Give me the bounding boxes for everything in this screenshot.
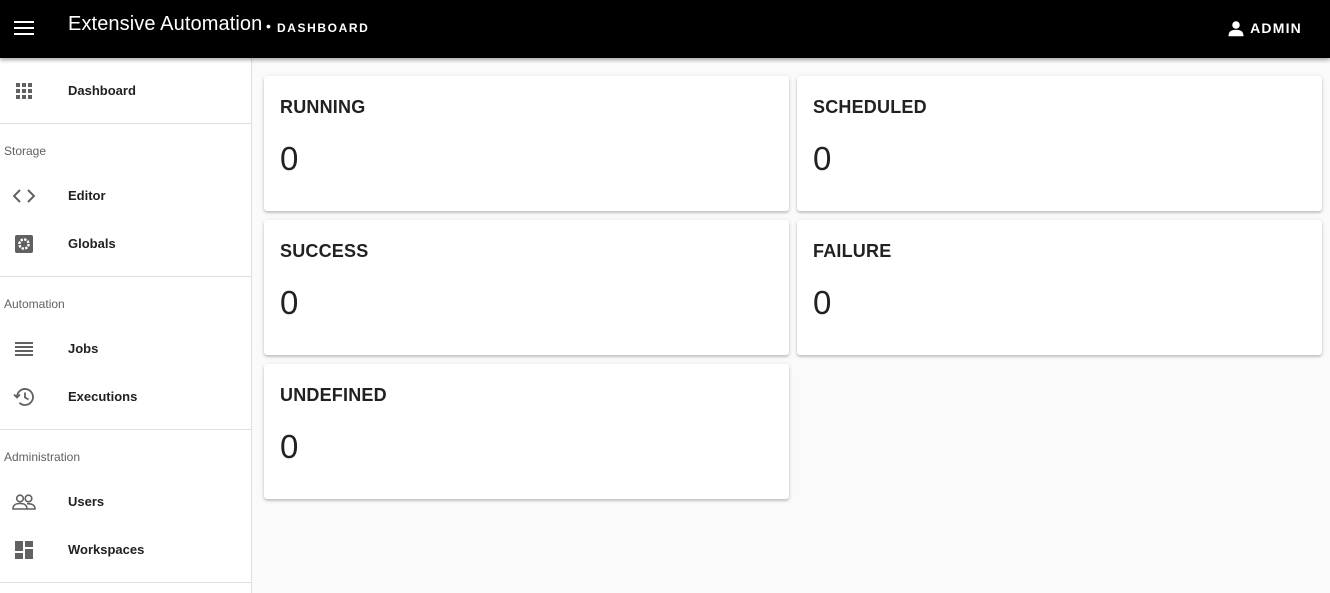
page-title: DASHBOARD <box>277 21 370 35</box>
card-title: SUCCESS <box>280 241 369 261</box>
dashboard-tiles-icon <box>12 538 36 562</box>
card-title: SCHEDULED <box>813 97 927 117</box>
running-card: RUNNING 0 <box>264 76 789 211</box>
card-count: 0 <box>280 140 299 177</box>
section-header-storage: Storage <box>4 144 47 158</box>
account-icon <box>1228 21 1244 37</box>
hamburger-menu-icon <box>14 21 34 35</box>
app-title: Extensive Automation <box>68 13 263 35</box>
card-title: UNDEFINED <box>280 385 387 405</box>
card-title: FAILURE <box>813 241 892 261</box>
sidebar-item-label: Globals <box>68 236 116 251</box>
card-count: 0 <box>280 428 299 465</box>
sidebar-nav: Dashboard Storage Editor Globals Automat… <box>0 58 252 593</box>
section-header-automation: Automation <box>4 297 65 311</box>
failure-card: FAILURE 0 <box>797 220 1322 355</box>
sidebar-divider <box>0 123 251 124</box>
sidebar-item-dashboard[interactable]: Dashboard <box>0 67 251 115</box>
sidebar-item-label: Executions <box>68 389 138 404</box>
card-count: 0 <box>813 284 832 321</box>
settings-box-icon <box>12 232 36 256</box>
list-icon <box>12 337 36 361</box>
title-separator: • <box>266 18 271 34</box>
sidebar-item-executions[interactable]: Executions <box>0 373 251 421</box>
sidebar-item-workspaces[interactable]: Workspaces <box>0 526 251 574</box>
code-icon <box>12 184 36 208</box>
card-title: RUNNING <box>280 97 366 117</box>
sidebar-item-users[interactable]: Users <box>0 478 251 526</box>
sidebar-divider <box>0 429 251 430</box>
success-card: SUCCESS 0 <box>264 220 789 355</box>
user-label: ADMIN <box>1250 20 1302 36</box>
people-icon <box>12 490 36 514</box>
sidebar-item-label: Jobs <box>68 341 99 356</box>
menu-button[interactable] <box>10 14 38 42</box>
sidebar-divider <box>0 582 251 583</box>
sidebar-divider <box>0 276 251 277</box>
apps-grid-icon <box>12 79 36 103</box>
sidebar-item-editor[interactable]: Editor <box>0 172 251 220</box>
user-menu-button[interactable]: ADMIN <box>1227 16 1302 40</box>
history-icon <box>12 385 36 409</box>
sidebar-item-label: Users <box>68 494 105 509</box>
card-count: 0 <box>813 140 832 177</box>
sidebar-item-globals[interactable]: Globals <box>0 220 251 268</box>
sidebar-item-label: Workspaces <box>68 542 145 557</box>
sidebar-item-label: Dashboard <box>68 83 136 98</box>
scheduled-card: SCHEDULED 0 <box>797 76 1322 211</box>
card-count: 0 <box>280 284 299 321</box>
section-header-administration: Administration <box>4 450 81 464</box>
top-app-bar: Extensive Automation • DASHBOARD ADMIN <box>0 0 1330 58</box>
sidebar-item-label: Editor <box>68 188 106 203</box>
sidebar-item-jobs[interactable]: Jobs <box>0 325 251 373</box>
undefined-card: UNDEFINED 0 <box>264 364 789 499</box>
